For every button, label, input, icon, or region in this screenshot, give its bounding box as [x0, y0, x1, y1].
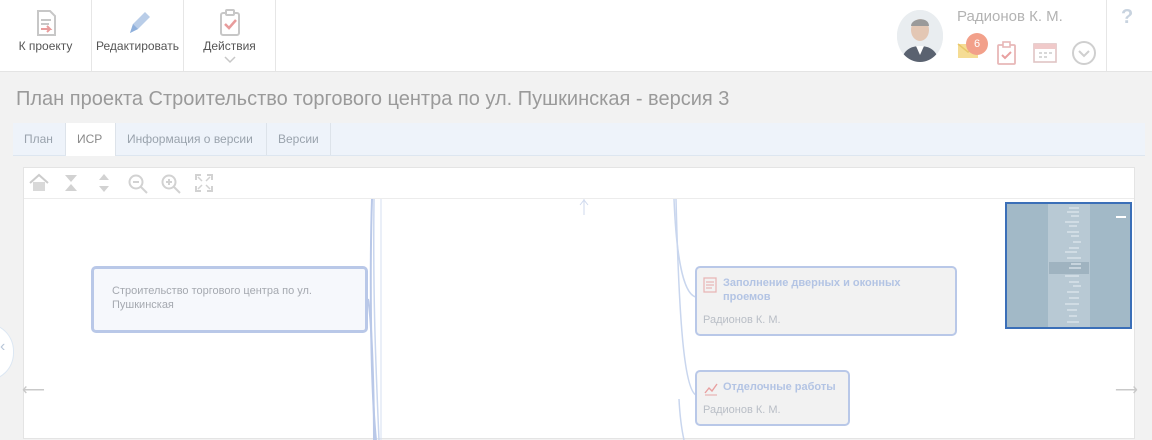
- minimap-collapse-icon[interactable]: [1115, 212, 1127, 222]
- pencil-icon: [129, 12, 150, 33]
- minimap-preview: [1048, 204, 1090, 327]
- help-icon: ?: [1121, 6, 1134, 28]
- wbs-root-node[interactable]: Строительство торгового центра по ул. Пу…: [91, 266, 368, 333]
- task-owner: Радионов К. М.: [703, 314, 781, 326]
- wbs-panel: Строительство торгового центра по ул. Пу…: [23, 167, 1135, 440]
- document-icon: [703, 277, 717, 293]
- zoom-in-icon[interactable]: [160, 173, 182, 195]
- wbs-canvas[interactable]: Строительство торгового центра по ул. Пу…: [24, 199, 1134, 440]
- actions-button[interactable]: Действия: [184, 0, 276, 71]
- back-to-project-icon: [36, 10, 56, 36]
- actions-label: Действия: [203, 39, 256, 53]
- tab-bar: План ИСР Информация о версии Версии: [13, 123, 1145, 156]
- wbs-task-node[interactable]: Отделочные работы Радионов К. М.: [695, 370, 850, 426]
- page-title: План проекта Строительство торгового цен…: [16, 88, 730, 110]
- user-photo: [897, 10, 943, 62]
- tab-version-info[interactable]: Информация о версии: [116, 123, 267, 155]
- task-title: Заполнение дверных и оконных проемов: [723, 277, 901, 303]
- tasks-icon[interactable]: [996, 41, 1018, 65]
- chevron-down-icon: [223, 56, 236, 64]
- minimap[interactable]: [1005, 202, 1132, 329]
- tab-versions[interactable]: Версии: [267, 123, 331, 155]
- task-title: Отделочные работы: [723, 381, 836, 393]
- to-project-button[interactable]: К проекту: [0, 0, 92, 71]
- wbs-task-node[interactable]: Заполнение дверных и оконных проемов Рад…: [695, 266, 957, 336]
- chevron-circle-down-icon[interactable]: [1071, 40, 1097, 66]
- avatar[interactable]: [897, 10, 943, 62]
- zoom-out-icon[interactable]: [127, 173, 149, 195]
- tab-wbs[interactable]: ИСР: [66, 123, 116, 156]
- side-panel-toggle[interactable]: ‹: [0, 323, 14, 381]
- scroll-right-arrow-icon[interactable]: ⟶: [1115, 380, 1138, 400]
- root-node-title: Строительство торгового центра по ул. Пу…: [112, 285, 312, 311]
- expand-all-icon[interactable]: [96, 173, 112, 193]
- wbs-toolbar: [24, 168, 1134, 199]
- fit-to-screen-icon[interactable]: [194, 173, 214, 193]
- task-owner: Радионов К. М.: [703, 404, 781, 416]
- scroll-left-arrow-icon[interactable]: ⟵: [22, 380, 45, 400]
- edit-button[interactable]: Редактировать: [92, 0, 184, 71]
- user-name[interactable]: Радионов К. М.: [957, 8, 1063, 25]
- top-toolbar: К проекту Редактировать Действия Радионо…: [0, 0, 1152, 72]
- chevron-left-icon: ‹: [0, 338, 6, 355]
- tab-plan[interactable]: План: [13, 123, 66, 155]
- edit-label: Редактировать: [96, 39, 179, 53]
- help-button[interactable]: ?: [1106, 0, 1152, 71]
- chart-icon: [704, 383, 718, 396]
- notification-badge: 6: [966, 33, 988, 55]
- calendar-icon[interactable]: [1033, 41, 1057, 63]
- clipboard-check-icon: [219, 9, 240, 36]
- collapse-all-icon[interactable]: [63, 173, 79, 193]
- to-project-label: К проекту: [18, 39, 73, 53]
- home-icon[interactable]: [28, 173, 50, 193]
